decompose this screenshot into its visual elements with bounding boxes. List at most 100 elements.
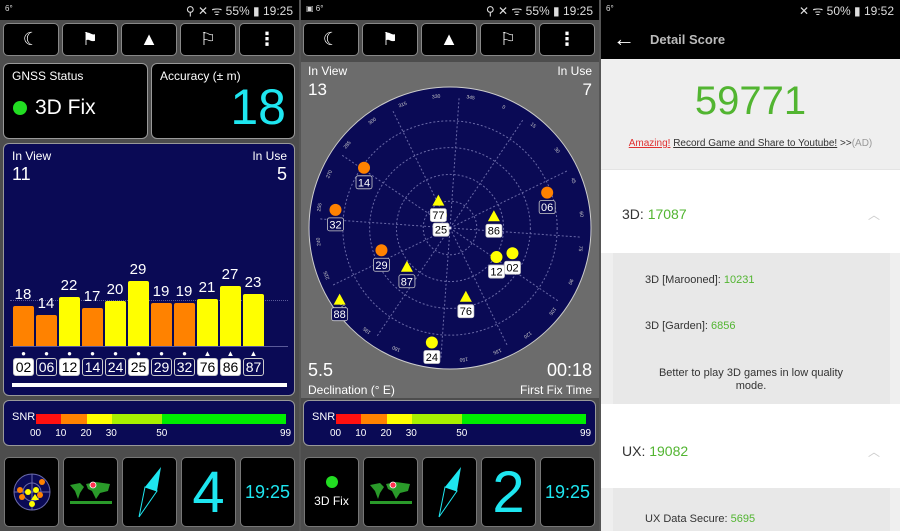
world-map-tile[interactable]: [63, 457, 118, 527]
prn-label: 06: [36, 358, 57, 376]
satellite-count-tile[interactable]: 4: [181, 457, 236, 527]
person-flag-button[interactable]: ⚑: [362, 23, 418, 56]
satellite-dot-14: [358, 161, 371, 174]
snr-segment: [411, 414, 463, 424]
night-mode-button[interactable]: ☾: [3, 23, 59, 56]
svg-text:12: 12: [490, 267, 502, 279]
navigation-button[interactable]: ▲: [421, 23, 477, 56]
svg-text:24: 24: [426, 352, 438, 364]
in-view-label: In View: [12, 149, 52, 163]
compass-tile[interactable]: [122, 457, 177, 527]
chevron-up-icon[interactable]: ︿: [868, 443, 880, 460]
total-score-section: 59771 Amazing! Record Game and Share to …: [601, 59, 900, 169]
snr-tick: 30: [105, 428, 117, 439]
prn-label: 87: [243, 358, 264, 376]
compass-tile[interactable]: [422, 457, 477, 527]
snr-segment: [336, 414, 362, 424]
satellite-count-tile[interactable]: 2: [481, 457, 536, 527]
flags-button[interactable]: ⚐: [180, 23, 236, 56]
prn-label: 24: [105, 358, 126, 376]
satellite-label-88: 88: [331, 307, 349, 321]
prn-label: 12: [59, 358, 80, 376]
azimuth-label: 75: [577, 245, 584, 252]
more-button[interactable]: ⋮: [539, 23, 595, 56]
triangle-icon: ▲: [226, 349, 235, 358]
clock-time: 19:25: [544, 481, 591, 502]
fix-status-tile[interactable]: 3D Fix: [304, 457, 359, 527]
clock-tile[interactable]: 19:25: [240, 457, 295, 527]
progress-line: [12, 383, 287, 387]
navigation-button[interactable]: ▲: [121, 23, 177, 56]
satellite-count: 4: [192, 459, 225, 525]
sky-view-screen: ▣ 6° ⚲ ✕ ᯤ 55% ▮ 19:25 ☾ ⚑ ▲ ⚐ ⋮ In View…: [301, 0, 599, 531]
azimuth-label: 60: [578, 211, 585, 217]
svg-text:77: 77: [432, 210, 444, 222]
satellite-dot-24: [425, 336, 438, 349]
accuracy-value: 18: [230, 79, 286, 135]
accuracy-card: Accuracy (± m) 18: [151, 63, 295, 139]
satellite-label-24: 24: [423, 350, 441, 364]
snr-label: SNR: [12, 411, 36, 423]
chevron-up-icon[interactable]: ︿: [868, 206, 880, 223]
world-map-icon: [69, 481, 112, 504]
satellite-label-25: 25: [432, 222, 450, 237]
status-bar: 6° ⚲ ✕ ᯤ 55% ▮ 19:25: [0, 0, 299, 20]
back-arrow-icon[interactable]: ←: [613, 26, 635, 52]
prn-label: 32: [174, 358, 195, 376]
more-vert-icon: ⋮: [258, 29, 276, 49]
signal-bar-24: [105, 301, 126, 346]
world-map-tile[interactable]: [363, 457, 418, 527]
detail-item: UX Data Secure: 5695: [645, 513, 756, 525]
more-button[interactable]: ⋮: [239, 23, 295, 56]
section-score: 17087: [647, 206, 687, 222]
section-ux-header[interactable]: UX: 19082 ︿: [601, 404, 900, 488]
gnss-status-value: 3D Fix: [35, 96, 96, 119]
section-3d-header[interactable]: 3D: 17087 ︿: [601, 169, 900, 253]
signal-bar-76: [197, 298, 218, 346]
clock-time: 19:25: [244, 481, 291, 502]
declination-value: 5.5: [308, 360, 334, 380]
total-score: 59771: [694, 79, 807, 123]
svg-text:06: 06: [541, 202, 553, 214]
status-bar: 6° ✕ ᯤ 50% ▮ 19:52: [601, 0, 900, 20]
svg-text:25: 25: [435, 225, 447, 237]
compass-icon: [438, 467, 461, 518]
app-header: ← Detail Score: [601, 20, 900, 59]
person-flag-button[interactable]: ⚑: [62, 23, 118, 56]
fix-indicator-icon: [325, 476, 338, 488]
signal-bar-32: [174, 303, 195, 346]
svg-text:02: 02: [506, 263, 518, 275]
snr-segment: [386, 414, 412, 424]
satellite-label-86: 86: [485, 223, 503, 238]
svg-text:14: 14: [358, 177, 370, 189]
flags-icon: ⚐: [199, 29, 217, 49]
satellite-label-02: 02: [504, 260, 521, 275]
dot-icon: ●: [90, 349, 95, 358]
clock-tile[interactable]: 19:25: [540, 457, 595, 527]
night-mode-button[interactable]: ☾: [303, 23, 359, 56]
flags-button[interactable]: ⚐: [480, 23, 536, 56]
prn-label: 14: [82, 358, 103, 376]
satellite-dot-06: [541, 186, 554, 199]
baseline: [10, 346, 288, 347]
section-label: 3D: 17087: [622, 206, 687, 222]
dot-icon: ●: [182, 349, 187, 358]
dot-icon: ●: [159, 349, 164, 358]
satellite-label-29: 29: [373, 257, 390, 272]
mini-sky-icon: [13, 473, 50, 511]
declination-label: Declination (° E): [308, 383, 395, 397]
snr-tick: 99: [280, 428, 292, 439]
detail-item: 3D [Garden]: 6856: [645, 320, 736, 332]
detail-item: 3D [Marooned]: 10231: [645, 274, 755, 286]
ad-link[interactable]: Amazing! Record Game and Share to Youtub…: [601, 138, 900, 149]
ad-text: Record Game and Share to Youtube!: [673, 138, 838, 149]
signal-value: 14: [37, 294, 55, 312]
signal-bar-06: [36, 314, 57, 346]
sky-view-tile[interactable]: [4, 457, 59, 527]
gps-status-screen: 6° ⚲ ✕ ᯤ 55% ▮ 19:25 ☾ ⚑ ▲ ⚐ ⋮ GNSS Stat…: [0, 0, 299, 531]
fix-time-label: First Fix Time: [520, 383, 592, 397]
flags-icon: ⚐: [499, 29, 517, 49]
fix-status-label: 3D Fix: [314, 494, 349, 508]
dot-icon: ●: [44, 349, 49, 358]
snr-segment: [361, 414, 387, 424]
